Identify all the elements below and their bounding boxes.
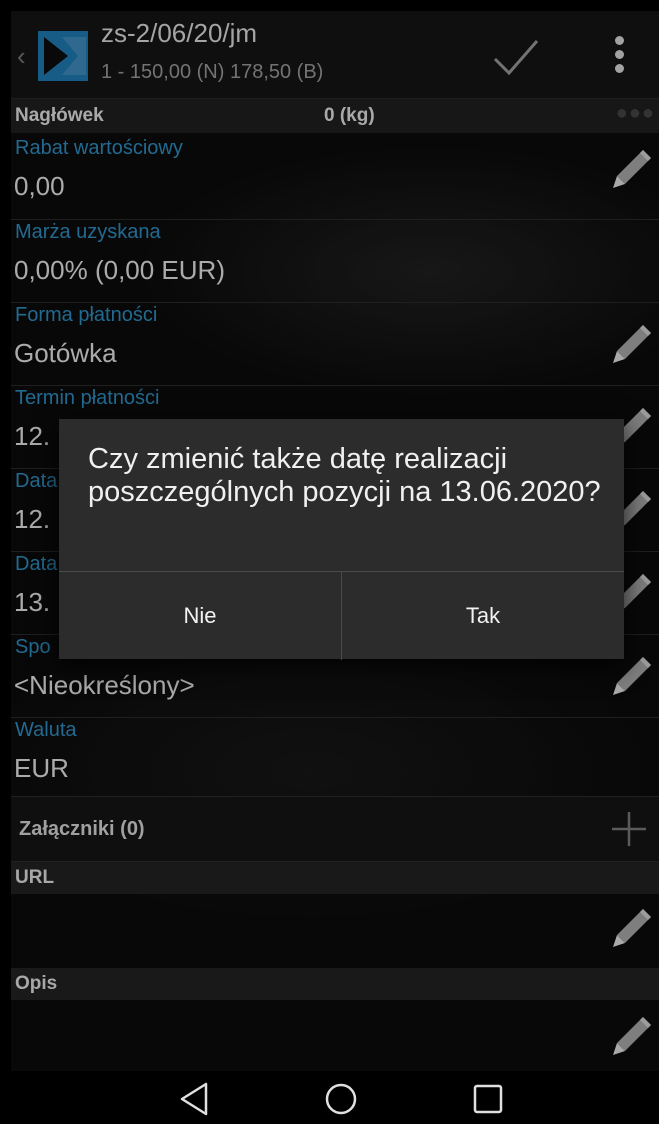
no-button[interactable]: Nie [59,572,342,660]
nav-back-icon[interactable] [176,1079,216,1119]
yes-button[interactable]: Tak [342,572,624,660]
screen: ‹ zs-2/06/20/jm 1 - 150,00 (N) 178,50 (B… [11,11,659,1124]
nav-home-icon[interactable] [321,1079,361,1119]
dialog-button-bar: Nie Tak [59,571,624,660]
navigation-bar [11,1071,659,1124]
nav-recents-icon[interactable] [468,1079,508,1119]
confirm-dialog: Czy zmienić także datę realizacji poszcz… [59,419,624,660]
dialog-message: Czy zmienić także datę realizacji poszcz… [88,443,601,508]
